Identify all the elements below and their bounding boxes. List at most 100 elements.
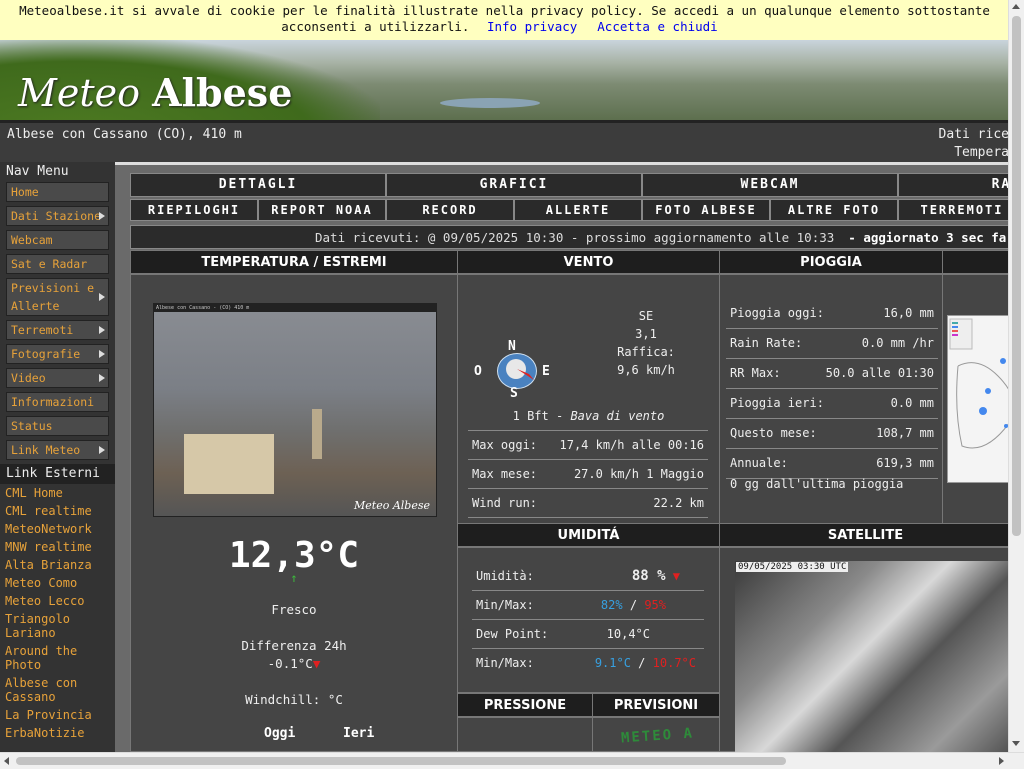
- rain-stat-row: Pioggia ieri: 0.0 mm: [726, 389, 938, 419]
- compass-e: E: [542, 364, 550, 379]
- humidity-stats: Umidità: 88 % ▼ Min/Max: 82% / 95% Dew P…: [472, 562, 704, 677]
- sidebar-item-status[interactable]: Status: [6, 416, 109, 436]
- sidebar-item-previsioni-e-allerte[interactable]: Previsioni e Allerte: [6, 278, 109, 316]
- sidebar-item-fotografie[interactable]: Fotografie: [6, 344, 109, 364]
- external-links-list: CML Home CML realtime MeteoNetwork MNW real…: [0, 484, 115, 742]
- sidebar-item-webcam[interactable]: Webcam: [6, 230, 109, 250]
- rain-stat-value: 50.0 alle 01:30: [825, 366, 934, 380]
- scroll-up-icon[interactable]: [1012, 4, 1020, 9]
- radar-header: [942, 250, 1009, 274]
- external-link-erbanotizie[interactable]: ErbaNotizie: [0, 724, 115, 742]
- cookie-banner: Meteoalbese.it si avvale di cookie per l…: [0, 0, 1009, 40]
- sidebar-item-sat-e-radar[interactable]: Sat e Radar: [6, 254, 109, 274]
- sidebar-item-label: Home: [11, 185, 39, 199]
- submenu-arrow-icon: [99, 326, 105, 334]
- sidebar-item-label: Dati Stazione: [11, 209, 102, 223]
- sidebar-item-link-meteo[interactable]: Link Meteo: [6, 440, 109, 460]
- menu-record[interactable]: RECORD: [386, 199, 514, 221]
- accept-cookies-link[interactable]: Accetta e chiudi: [597, 19, 717, 34]
- temp-condition: Fresco: [271, 602, 317, 617]
- pressure-header: PRESSIONE: [457, 693, 593, 717]
- menu-altre-foto[interactable]: ALTRE FOTO: [770, 199, 898, 221]
- compass-s: S: [510, 386, 518, 401]
- menu-allerte[interactable]: ALLERTE: [514, 199, 642, 221]
- horizontal-scrollbar[interactable]: [0, 752, 1024, 769]
- external-link-alta-brianza[interactable]: Alta Brianza: [0, 556, 115, 574]
- external-link-meteo-como[interactable]: Meteo Como: [0, 574, 115, 592]
- humidity-minmax-label: Min/Max:: [476, 598, 534, 612]
- horizontal-scroll-thumb[interactable]: [16, 757, 786, 765]
- forecast-logo[interactable]: METEO A: [621, 725, 695, 746]
- sidebar: Nav Menu Home Dati Stazione Webcam Sat e Ra…: [0, 162, 115, 752]
- location-right-line2: Tempera: [954, 145, 1009, 160]
- satellite-timestamp: 09/05/2025 03:30 UTC: [736, 562, 849, 572]
- webcam-house: [184, 434, 274, 494]
- rain-stat-row: Rain Rate: 0.0 mm /hr: [726, 329, 938, 359]
- dewpoint-min: 9.1°C: [594, 656, 631, 670]
- compass-o: O: [474, 364, 482, 379]
- temperature-header: TEMPERATURA / ESTREMI: [130, 250, 458, 274]
- forecast-panel: METEO A: [592, 717, 720, 752]
- wind-stat-label: Wind run:: [472, 496, 538, 510]
- humidity-max: 95%: [644, 598, 666, 612]
- menu-terremoti[interactable]: TERREMOTI: [898, 199, 1009, 221]
- header-banner: Meteo Albese: [0, 40, 1009, 120]
- sidebar-item-label: Webcam: [11, 233, 53, 247]
- humidity-min: 82%: [600, 598, 623, 612]
- rain-stat-row: RR Max: 50.0 alle 01:30: [726, 359, 938, 389]
- rain-stat-row: Questo mese: 108,7 mm: [726, 419, 938, 449]
- humidity-label: Umidità:: [476, 569, 534, 583]
- external-link-triangolo-lariano[interactable]: Triangolo Lariano: [0, 610, 115, 642]
- external-link-cml-home[interactable]: CML Home: [0, 484, 115, 502]
- external-link-albese-con-cassano[interactable]: Albese con Cassano: [0, 674, 115, 706]
- radar-map-icon: [949, 318, 1009, 449]
- menu-webcam[interactable]: WEBCAM: [642, 173, 898, 197]
- rain-stat-value: 0.0 mm: [890, 396, 934, 410]
- sidebar-item-label: Status: [11, 419, 53, 433]
- rain-header: PIOGGIA: [719, 250, 943, 274]
- wind-readout: SE 3,1 Raffica: 9,6 km/h: [606, 307, 686, 379]
- sidebar-item-label: Previsioni e Allerte: [11, 281, 95, 313]
- sidebar-item-label: Terremoti: [11, 323, 74, 337]
- wind-header: VENTO: [457, 250, 720, 274]
- vertical-scroll-thumb[interactable]: [1012, 16, 1021, 536]
- sidebar-item-home[interactable]: Home: [6, 182, 109, 202]
- wind-stats: Max oggi: 17,4 km/h alle 00:16 Max mese: 27…: [468, 430, 708, 518]
- banner-lake: [440, 98, 540, 108]
- sidebar-item-video[interactable]: Video: [6, 368, 109, 388]
- radar-image[interactable]: [947, 315, 1009, 483]
- scroll-right-icon[interactable]: [999, 757, 1004, 765]
- submenu-arrow-icon: [99, 446, 105, 454]
- external-link-mnw-realtime[interactable]: MNW realtime: [0, 538, 115, 556]
- external-link-la-provincia[interactable]: La Provincia: [0, 706, 115, 724]
- satellite-image[interactable]: 09/05/2025 03:30 UTC: [735, 561, 1009, 752]
- webcam-image[interactable]: Albese con Cassano - (CO) 410 m Meteo Al…: [153, 303, 437, 517]
- vertical-scrollbar[interactable]: [1008, 0, 1024, 752]
- menu-radar-s[interactable]: RADAR/S: [898, 173, 1009, 197]
- sidebar-item-terremoti[interactable]: Terremoti: [6, 320, 109, 340]
- location-bar: Albese con Cassano (CO), 410 m Dati rice…: [0, 120, 1009, 162]
- scroll-left-icon[interactable]: [4, 757, 9, 765]
- external-link-meteonetwork[interactable]: MeteoNetwork: [0, 520, 115, 538]
- menu-foto-albese[interactable]: FOTO ALBESE: [642, 199, 770, 221]
- privacy-link[interactable]: Info privacy: [487, 19, 577, 34]
- webcam-watermark: Meteo Albese: [354, 499, 430, 512]
- external-link-meteo-lecco[interactable]: Meteo Lecco: [0, 592, 115, 610]
- wind-stat-label: Max oggi:: [472, 438, 538, 452]
- rain-stat-label: Pioggia oggi:: [730, 306, 824, 320]
- compass-n: N: [508, 339, 516, 354]
- menu-riepiloghi[interactable]: RIEPILOGHI: [130, 199, 258, 221]
- sidebar-item-dati-stazione[interactable]: Dati Stazione: [6, 206, 109, 226]
- site-logo[interactable]: Meteo Albese: [18, 70, 292, 115]
- external-link-around-the-photo[interactable]: Around the Photo: [0, 642, 115, 674]
- rain-stat-label: Rain Rate:: [730, 336, 803, 350]
- submenu-arrow-icon: [99, 212, 105, 220]
- rain-stat-row: Pioggia oggi: 16,0 mm: [726, 299, 938, 329]
- sidebar-item-informazioni[interactable]: Informazioni: [6, 392, 109, 412]
- current-temperature: 12,3°C: [228, 535, 360, 576]
- scroll-down-icon[interactable]: [1012, 741, 1020, 746]
- menu-report-noaa[interactable]: REPORT NOAA: [258, 199, 386, 221]
- menu-grafici[interactable]: GRAFICI: [386, 173, 642, 197]
- external-link-cml-realtime[interactable]: CML realtime: [0, 502, 115, 520]
- menu-dettagli[interactable]: DETTAGLI: [130, 173, 386, 197]
